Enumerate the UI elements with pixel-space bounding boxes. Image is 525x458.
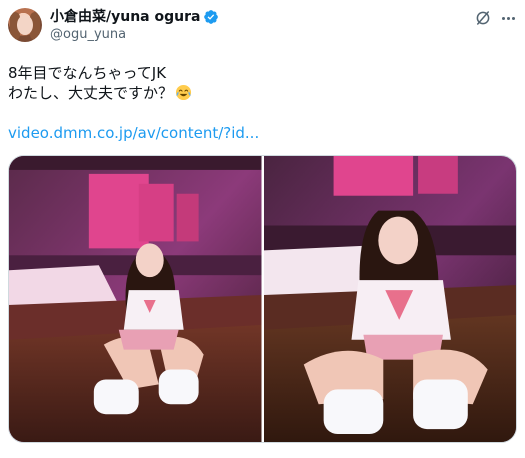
tweet-text: 8年目でなんちゃってJK わたし、大丈夫ですか？ (8, 63, 488, 103)
tweet-text-line-2: わたし、大丈夫ですか？ (8, 83, 488, 103)
author-handle[interactable]: @ogu_yuna (50, 27, 126, 43)
grok-icon[interactable] (474, 9, 492, 27)
verified-badge-icon (204, 10, 219, 24)
avatar-face (17, 15, 33, 35)
photo-2[interactable] (263, 156, 516, 442)
tweet-text-line-2-text: わたし、大丈夫ですか？ (8, 84, 174, 102)
more-dot (501, 16, 505, 20)
photo-1-image (9, 156, 262, 442)
photo-2-image (263, 156, 516, 442)
tweet-media-grid (8, 155, 517, 443)
tweet-text-line-1: 8年目でなんちゃってJK (8, 64, 167, 82)
author-avatar[interactable] (8, 8, 42, 42)
face-with-tears-of-joy-icon (175, 84, 192, 101)
author-display-name[interactable]: 小倉由菜/yuna ogura (50, 8, 200, 26)
photo-1[interactable] (9, 156, 262, 442)
tweet-link[interactable]: video.dmm.co.jp/av/content/?id... (8, 123, 259, 143)
author-name-row[interactable]: 小倉由菜/yuna ogura (50, 8, 219, 26)
more-icon[interactable] (498, 9, 518, 27)
more-dot (506, 16, 510, 20)
more-dot (511, 16, 515, 20)
